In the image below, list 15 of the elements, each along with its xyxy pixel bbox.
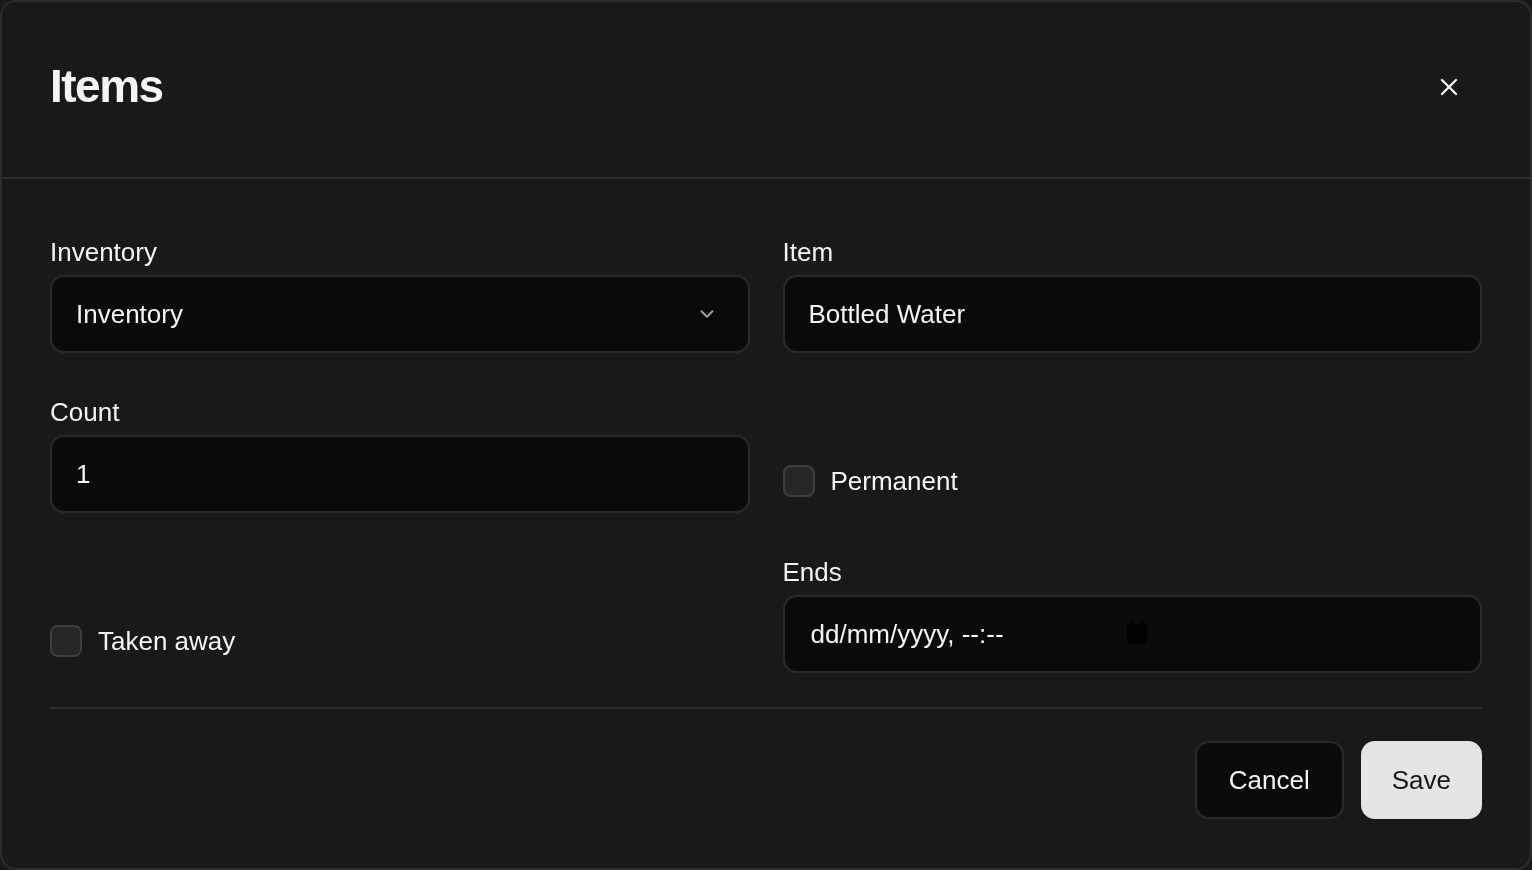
field-label: Count [50,397,120,427]
save-button[interactable]: Save [1360,741,1482,819]
checkbox-label: Permanent [830,464,958,498]
field-label: Ends [782,557,842,587]
field-label: Item [782,237,834,267]
select-dropdown[interactable]: Inventory [50,275,750,353]
cancel-button[interactable]: Cancel [1194,741,1344,819]
checkbox[interactable] [782,465,815,497]
dialog-title: Items [50,59,163,114]
checkbox[interactable] [50,625,82,657]
field-label: Inventory [50,237,157,267]
checkbox-label: Taken away [98,624,236,658]
datetime-field[interactable]: dd/mm/yyyy, --:-- [782,595,1482,673]
text-field[interactable]: Bottled Water [782,275,1482,353]
text-field[interactable]: 1 [50,435,750,513]
